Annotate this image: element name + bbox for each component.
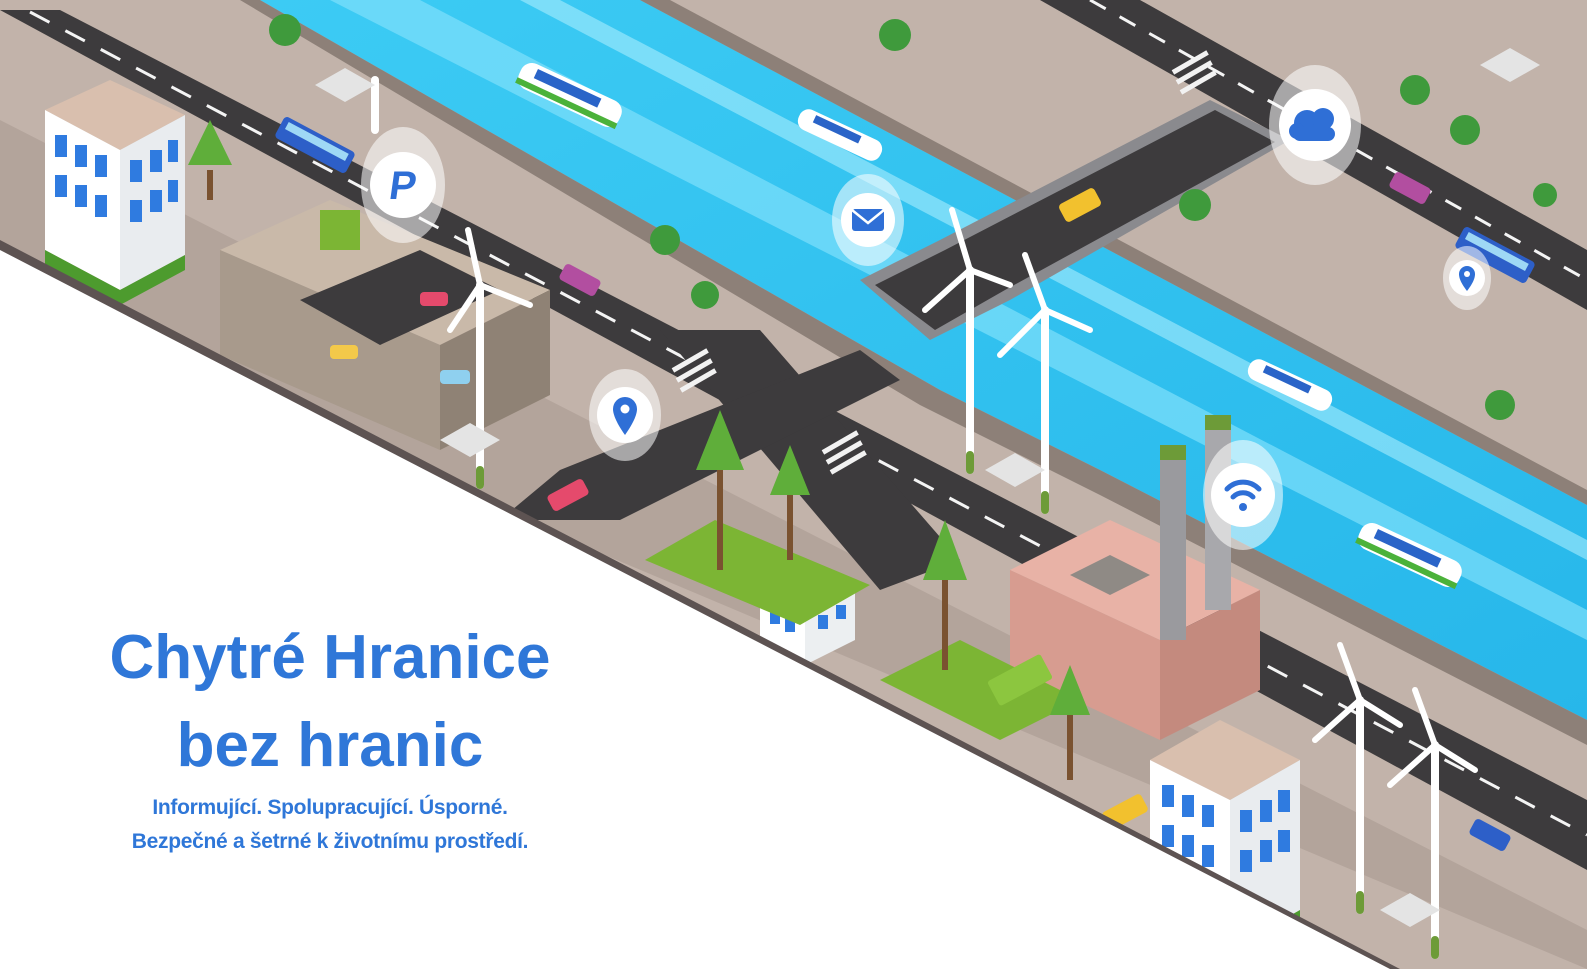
mail-icon xyxy=(832,174,904,266)
parking-icon: P xyxy=(361,127,445,243)
location-pin-icon xyxy=(589,369,661,461)
smart-city-illustration: P xyxy=(0,0,1587,969)
headline-title: Chytré Hranice xyxy=(109,623,551,692)
tagline-line-1: Informující. Spolupracující. Úsporné. xyxy=(152,796,508,819)
cloud-icon xyxy=(1269,65,1361,185)
tagline-line-2: Bezpečné a šetrné k životnímu prostředí. xyxy=(131,830,529,853)
wifi-icon xyxy=(1203,440,1283,550)
location-pin-icon xyxy=(1443,246,1491,310)
headline-subtitle: bez hranic xyxy=(176,711,484,780)
office-building xyxy=(45,80,185,305)
